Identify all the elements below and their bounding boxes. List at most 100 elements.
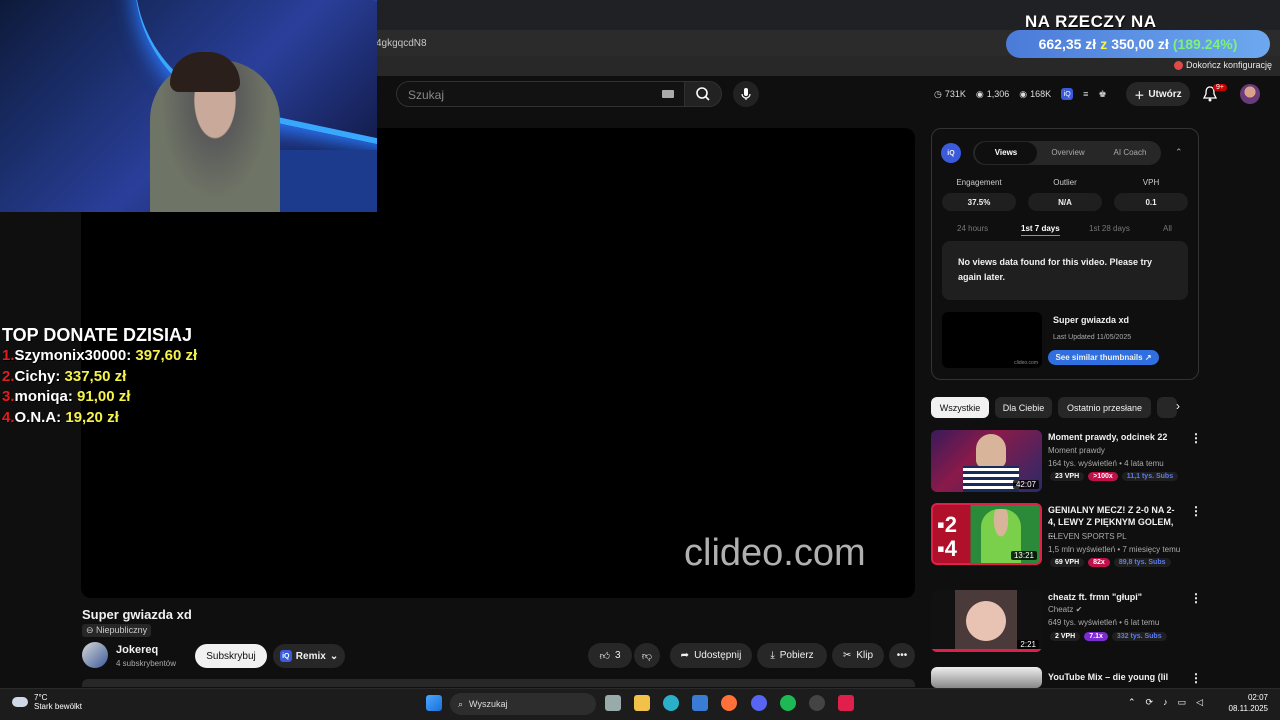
chevron-right-icon[interactable]: › [1176,399,1180,413]
remix-label: Remix [295,650,326,662]
task-view-icon[interactable] [605,695,621,711]
more-vert-icon[interactable]: ⋮ [1190,504,1202,518]
verified-icon: ✔ [1075,605,1083,614]
list-icon[interactable]: ≡ [1083,89,1088,99]
metric-label: Outlier [1053,178,1077,187]
network-icon[interactable]: ▭ [1178,697,1187,708]
vidiq-icon: iQ [279,650,292,662]
likes-stat: ◉ 1,306 [976,89,1009,100]
channel-name[interactable]: Jokereq [116,644,158,656]
vidiq-icon[interactable]: iQ [1061,88,1074,100]
remix-button[interactable]: iQ Remix ⌄ [273,644,345,668]
chevron-up-icon[interactable]: ⌃ [1175,147,1183,158]
rec-channel[interactable]: Moment prawdy [1048,446,1105,455]
rec-channel[interactable]: Cheatz ✔ [1048,605,1082,614]
subs-tag: 11,1 tys. Subs [1121,472,1179,481]
donate-current: 662,35 zł [1038,36,1097,52]
windows-start-icon[interactable] [426,695,442,711]
search-input[interactable]: Szukaj [396,81,686,107]
trophy-icon[interactable]: ♚ [1098,89,1106,100]
discord-icon[interactable] [751,695,767,711]
url-text[interactable]: 4gkgqcdN8 [376,38,427,49]
avatar[interactable] [1240,84,1260,104]
tab-overview[interactable]: Overview [1037,142,1099,164]
search-button[interactable] [684,81,722,107]
similar-thumbnails-button[interactable]: See similar thumbnails ↗ [1048,350,1159,365]
subs-stat: ◉ 168K [1019,89,1051,100]
rec-title[interactable]: YouTube Mix – die young (lil [1048,671,1178,683]
range-7d[interactable]: 1st 7 days [1021,224,1060,236]
keyboard-icon[interactable] [662,90,674,98]
rec-thumbnail[interactable]: 42:07 [931,430,1042,492]
edge-icon[interactable] [663,695,679,711]
donate-amount: 91,00 zł [77,388,131,405]
metric-value: N/A [1028,193,1102,211]
likes-value: 1,306 [986,89,1010,99]
rec-channel-label: Cheatz [1048,605,1074,614]
vidiq-thumbnail: clideo.com [942,312,1042,368]
donate-rank: 2. [2,367,15,385]
dislike-button[interactable]: 👎︎ [634,643,660,668]
file-explorer-icon[interactable] [634,695,650,711]
metric-value: 37.5% [942,193,1016,211]
thumbnail-watermark: clideo.com [1014,360,1038,366]
vidiq-channel-stats: ◷ 731K ◉ 1,306 ◉ 168K iQ ≡ ♚ [934,88,1107,100]
more-vert-icon[interactable]: ⋮ [1190,671,1202,685]
taskbar-search[interactable]: ⌕ Wyszukaj [450,693,596,715]
volume-icon[interactable]: ◁ [1196,697,1203,708]
search-placeholder: Szukaj [408,88,445,102]
sync-icon[interactable]: ⟳ [1146,697,1154,708]
share-button[interactable]: ➦ Udostępnij [670,643,752,668]
privacy-label: Niepubliczny [96,625,148,635]
tab-views[interactable]: Views [975,142,1037,164]
range-24h[interactable]: 24 hours [957,224,988,233]
rec-channel[interactable]: ELEVEN SPORTS PL [1048,532,1127,541]
vidiq-logo: iQ [941,143,961,163]
donor-name: moniqa: [14,388,73,405]
mic-icon[interactable]: ♪ [1163,697,1168,708]
voice-search-button[interactable] [733,81,759,107]
subscribe-button[interactable]: Subskrybuj [195,644,267,668]
rec-thumbnail[interactable]: 2:21 [931,590,1042,652]
rec-title[interactable]: cheatz ft. frmn "głupi" [1048,591,1178,603]
channel-avatar[interactable] [82,642,108,668]
donate-rank: 4. [2,408,15,426]
store-icon[interactable] [692,695,708,711]
more-vert-icon[interactable]: ⋮ [1190,431,1202,445]
like-button[interactable]: 👍︎ 3 [588,643,632,668]
download-button[interactable]: ⤓ Pobierz [757,643,827,668]
chip-more[interactable] [1157,397,1177,418]
temperature: 7°C [34,693,48,702]
spotify-icon[interactable] [780,695,796,711]
tiktok-icon[interactable] [838,695,854,711]
more-actions-button[interactable]: ••• [889,643,915,668]
metric-value: 0.1 [1114,193,1188,211]
views-value: 731K [944,89,966,99]
clock[interactable]: 02:07 08.11.2025 [1226,692,1268,714]
description-box[interactable] [82,679,915,687]
weather-widget[interactable]: 7°C Stark bewölkt [12,693,82,711]
range-28d[interactable]: 1st 28 days [1089,224,1130,233]
rec-thumbnail[interactable]: ▪2 ▪4 13:21 [931,503,1042,565]
thumbs-down-icon: 👎︎ [641,650,653,662]
firefox-icon[interactable] [721,695,737,711]
vidiq-video-title: Super gwiazda xd [1053,315,1130,325]
chip-for-you[interactable]: Dla Ciebie [995,397,1052,418]
donate-row: 2.Cichy: 337,50 zł [2,368,197,389]
create-button[interactable]: ＋ Utwórz [1126,82,1190,106]
thumb-shirt [963,466,1019,492]
tab-ai-coach[interactable]: AI Coach [1099,142,1161,164]
chip-recent[interactable]: Ostatnio przesłane [1058,397,1151,418]
clip-button[interactable]: ✂ Klip [832,643,884,668]
more-vert-icon[interactable]: ⋮ [1190,591,1202,605]
rec-title[interactable]: Moment prawdy, odcinek 22 [1048,431,1178,443]
obs-icon[interactable] [809,695,825,711]
chip-all[interactable]: Wszystkie [931,397,989,418]
outlier-tag: 82x [1088,558,1110,567]
profile-dot-icon [1173,60,1183,70]
chevron-up-icon[interactable]: ⌃ [1128,697,1136,708]
rec-thumbnail[interactable] [931,667,1042,688]
range-all[interactable]: All [1163,224,1172,233]
finish-setup-link[interactable]: Dokończ konfigurację [1173,60,1272,70]
download-label: Pobierz [779,650,814,661]
